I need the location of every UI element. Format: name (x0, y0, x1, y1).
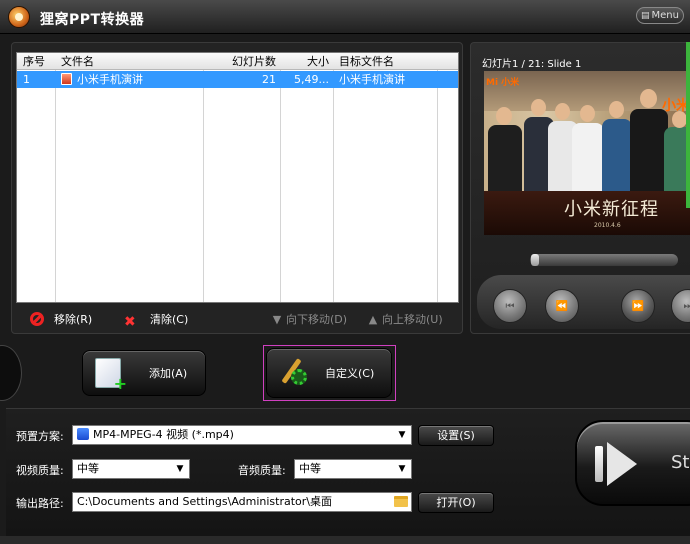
selection-highlight (263, 345, 396, 401)
chevron-down-icon: ▼ (393, 426, 411, 444)
column-header-filename[interactable]: 文件名 (57, 53, 203, 70)
file-list-panel: 序号 文件名 幻灯片数 大小 目标文件名 1 小米手机演讲 21 5,49...… (11, 42, 463, 334)
clear-button[interactable]: ✖ 清除(C) (124, 311, 188, 329)
remove-button[interactable]: 移除(R) (30, 311, 92, 329)
move-down-button[interactable]: ▼ 向下移动(D) (270, 311, 347, 329)
move-up-label: 向上移动(U) (382, 313, 443, 326)
column-divider (437, 53, 438, 302)
column-divider (333, 53, 334, 302)
skip-back-icon: ⏮ (505, 300, 515, 312)
audio-quality-value: 中等 (299, 462, 321, 475)
title-bar: 狸窝PPT转换器 ▤ Menu (0, 0, 690, 34)
column-header-index[interactable]: 序号 (19, 53, 55, 70)
cell-filename: 小米手机演讲 (57, 71, 203, 88)
add-button[interactable]: 添加(A) (82, 350, 206, 396)
previous-slide-button[interactable]: ⏪ (545, 289, 579, 323)
first-slide-button[interactable]: ⏮ (493, 289, 527, 323)
green-accent-strip (686, 42, 690, 208)
column-header-target[interactable]: 目标文件名 (335, 53, 437, 70)
preview-panel: 幻灯片1 / 21: Slide 1 Mi 小米 小米 小米新征程 2010.4… (470, 42, 690, 334)
move-down-label: 向下移动(D) (286, 313, 348, 326)
ppt-file-icon (61, 73, 72, 85)
column-divider (203, 53, 204, 302)
video-quality-select[interactable]: 中等 ▼ (72, 459, 190, 479)
clear-label: 清除(C) (150, 313, 189, 326)
video-quality-value: 中等 (77, 462, 99, 475)
rewind-icon: ⏪ (555, 300, 569, 312)
add-label: 添加(A) (149, 367, 188, 380)
column-divider (280, 53, 281, 302)
start-arrow-icon (595, 442, 641, 486)
cell-target: 小米手机演讲 (339, 73, 405, 86)
cell-slides: 21 (262, 73, 276, 86)
app-title: 狸窝PPT转换器 (40, 12, 145, 28)
chevron-down-icon: ▼ (171, 460, 189, 478)
fast-forward-icon: ⏩ (631, 300, 645, 312)
skip-forward-icon: ⏭ (683, 300, 690, 312)
file-table[interactable]: 序号 文件名 幻灯片数 大小 目标文件名 1 小米手机演讲 21 5,49...… (16, 52, 459, 303)
menu-button[interactable]: ▤ Menu (636, 7, 684, 24)
next-slide-button[interactable]: ⏩ (621, 289, 655, 323)
output-path-field[interactable]: C:\Documents and Settings\Administrator\… (72, 492, 412, 512)
chevron-down-icon: ▼ (393, 460, 411, 478)
slide-preview-image: Mi 小米 小米 小米新征程 2010.4.6 (484, 71, 690, 235)
menu-icon: ▤ (641, 10, 650, 21)
column-header-slides[interactable]: 幻灯片数 (205, 53, 280, 70)
cell-size: 5,49... (294, 73, 329, 86)
preset-select[interactable]: MP4-MPEG-4 视频 (*.mp4) ▼ (72, 425, 412, 445)
preset-label: 预置方案: (16, 430, 64, 443)
move-up-button[interactable]: ▲ 向上移动(U) (366, 311, 443, 329)
add-file-icon (95, 358, 127, 393)
folder-icon[interactable] (394, 496, 408, 507)
clear-icon: ✖ (124, 314, 136, 330)
start-label: Sta (671, 452, 690, 473)
remove-icon (30, 312, 44, 326)
output-path-value: C:\Documents and Settings\Administrator\… (77, 495, 333, 508)
video-quality-label: 视频质量: (16, 464, 64, 477)
preset-value: MP4-MPEG-4 视频 (*.mp4) (93, 428, 234, 441)
seek-slider-track[interactable] (529, 253, 679, 267)
table-row[interactable]: 1 小米手机演讲 21 5,49... 小米手机演讲 (17, 71, 458, 88)
start-button[interactable]: Sta (575, 420, 690, 506)
output-path-label: 输出路径: (16, 497, 64, 510)
table-header: 序号 文件名 幻灯片数 大小 目标文件名 (17, 53, 458, 70)
arrow-down-icon: ▼ (272, 313, 282, 326)
list-toolbar: 移除(R) ✖ 清除(C) ▼ 向下移动(D) ▲ 向上移动(U) (16, 309, 459, 331)
status-bar (0, 536, 690, 544)
preview-slide-label: 幻灯片1 / 21: Slide 1 (482, 59, 582, 70)
slide-caption: 小米新征程 (564, 199, 659, 220)
column-divider (55, 53, 56, 302)
menu-label: Menu (651, 10, 679, 21)
open-folder-button[interactable]: 打开(O) (418, 492, 494, 513)
video-file-icon (77, 428, 89, 440)
arrow-up-icon: ▲ (368, 313, 378, 326)
slide-date: 2010.4.6 (594, 222, 621, 229)
audio-quality-label: 音频质量: (238, 464, 286, 477)
seek-slider-handle[interactable] (531, 254, 539, 266)
slide-logo: Mi 小米 (486, 78, 520, 88)
column-header-size[interactable]: 大小 (282, 53, 333, 70)
settings-button[interactable]: 设置(S) (418, 425, 494, 446)
app-logo-icon (8, 6, 30, 28)
remove-label: 移除(R) (54, 313, 93, 326)
audio-quality-select[interactable]: 中等 ▼ (294, 459, 412, 479)
side-decoration (0, 345, 22, 401)
cell-filename-text: 小米手机演讲 (77, 73, 143, 86)
cell-index: 1 (23, 73, 30, 86)
